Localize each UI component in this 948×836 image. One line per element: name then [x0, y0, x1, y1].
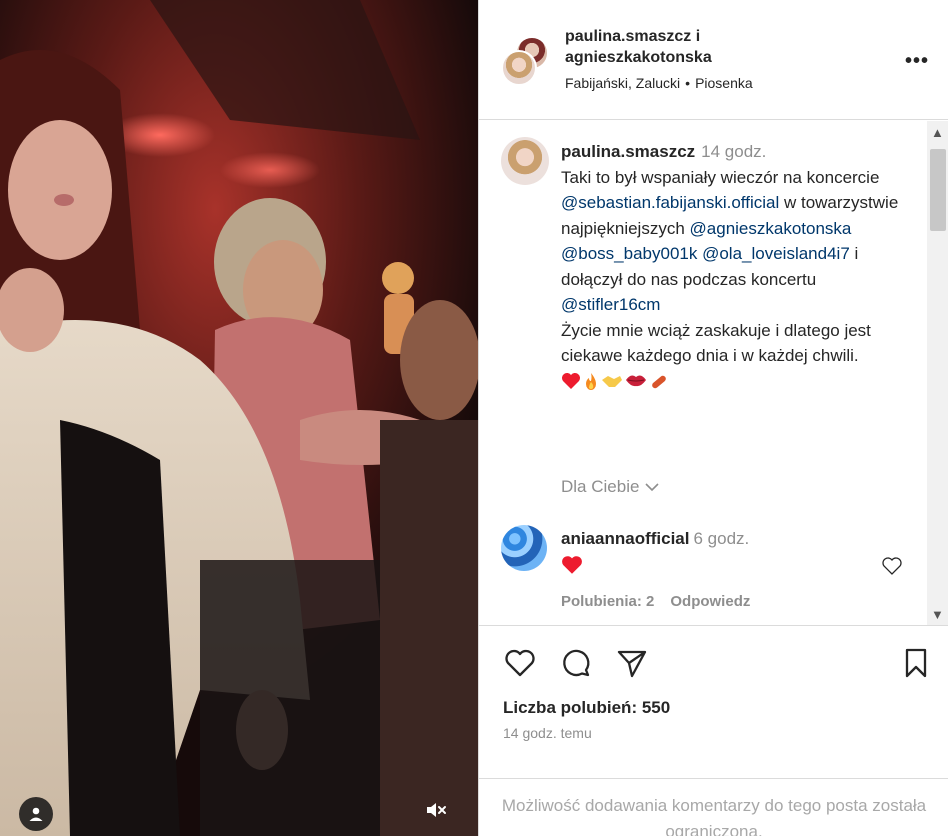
comments-section[interactable]: paulina.smaszcz 14 godz. Taki to był wspa… — [479, 121, 948, 626]
caption-avatar[interactable] — [501, 137, 549, 185]
post-media-video[interactable] — [0, 0, 478, 836]
likes-count[interactable]: Liczba polubień: 550 — [503, 698, 670, 718]
fire-emoji-icon — [586, 373, 596, 391]
post-timestamp[interactable]: 14 godz. temu — [503, 725, 592, 741]
save-button[interactable] — [899, 646, 933, 680]
heart-emoji-icon — [562, 373, 580, 390]
heart-emoji-icon — [562, 556, 582, 574]
header-names: paulina.smaszcz i agnieszkakotonska Fabi… — [565, 26, 895, 91]
comment-time: 6 godz. — [693, 529, 750, 548]
mute-button[interactable] — [419, 793, 453, 827]
sausage-emoji-icon — [652, 375, 666, 389]
collab-avatars[interactable] — [501, 36, 551, 86]
share-button[interactable] — [615, 646, 649, 680]
paper-plane-icon — [617, 650, 647, 678]
comment-avatar[interactable] — [501, 525, 547, 571]
mention-link[interactable]: @agnieszkakotonska — [690, 219, 852, 238]
speaker-muted-icon — [427, 803, 446, 817]
caption-time: 14 godz. — [701, 142, 767, 161]
scroll-thumb[interactable] — [930, 149, 946, 231]
avatar-paulina-smaszcz — [501, 50, 537, 86]
comments-restricted-notice: Możliwość dodawania komentarzy do tego p… — [479, 778, 948, 836]
heart-icon — [505, 649, 535, 677]
caption-body: paulina.smaszcz 14 godz. Taki to był wspa… — [561, 139, 911, 394]
like-button[interactable] — [503, 646, 537, 680]
chevron-down-icon — [645, 483, 660, 492]
comment-button[interactable] — [559, 646, 593, 680]
comment-like-button[interactable] — [881, 556, 903, 581]
comment-reply-button[interactable]: Odpowiedz — [670, 593, 750, 610]
heart-outline-icon — [882, 557, 902, 575]
comment-username-line: aniaannaofficial 6 godz. — [561, 529, 749, 549]
post-actions — [479, 646, 948, 686]
comment-bubble-icon — [563, 649, 590, 677]
scroll-down-arrow-icon[interactable]: ▼ — [931, 607, 944, 622]
audio-separator: • — [685, 75, 691, 91]
mention-link[interactable]: @sebastian.fabijanski.official — [561, 193, 779, 212]
for-you-toggle[interactable]: Dla Ciebie — [561, 477, 660, 497]
caption-username[interactable]: paulina.smaszcz — [561, 142, 695, 161]
mention-link[interactable]: @boss_baby001k — [561, 244, 697, 263]
handshake-emoji-icon — [602, 376, 622, 388]
more-options-button[interactable]: ••• — [905, 50, 929, 73]
comment-text — [561, 555, 583, 580]
audio-artist[interactable]: Fabijański, Zalucki — [565, 75, 680, 91]
caption-text-1: Taki to był wspaniały wieczór na koncerc… — [561, 167, 880, 187]
concert-photo — [0, 0, 478, 836]
comment-likes-count[interactable]: Polubienia: 2 — [561, 593, 654, 610]
tagged-user-button[interactable] — [19, 797, 53, 831]
mention-link[interactable]: @ola_loveisland4i7 — [702, 244, 850, 263]
comment-meta: Polubienia: 2 Odpowiedz — [561, 593, 750, 610]
post-details-panel: paulina.smaszcz i agnieszkakotonska Fabi… — [478, 0, 948, 836]
scroll-up-arrow-icon[interactable]: ▲ — [931, 125, 944, 140]
audio-attribution[interactable]: Fabijański, Zalucki • Piosenka — [565, 75, 895, 91]
user-tag-icon — [29, 807, 43, 821]
caption-text-4: Życie mnie wciąż zaskakuje i dlatego jes… — [561, 320, 871, 366]
lips-emoji-icon — [626, 375, 646, 387]
post-header: paulina.smaszcz i agnieszkakotonska Fabi… — [479, 0, 948, 120]
mention-link[interactable]: @stifler16cm — [561, 295, 660, 314]
caption-emojis — [561, 372, 669, 392]
for-you-label: Dla Ciebie — [561, 477, 640, 496]
comment-username[interactable]: aniaannaofficial — [561, 529, 689, 548]
comment-item: aniaannaofficial 6 godz. Polubienia: 2 Od… — [501, 523, 921, 613]
header-username-secondary[interactable]: agnieszkakotonska — [565, 47, 895, 68]
header-username-primary[interactable]: paulina.smaszcz i — [565, 26, 895, 47]
audio-title[interactable]: Piosenka — [695, 75, 753, 91]
bookmark-icon — [905, 648, 927, 678]
comments-scrollbar[interactable]: ▲ ▼ — [927, 121, 948, 625]
